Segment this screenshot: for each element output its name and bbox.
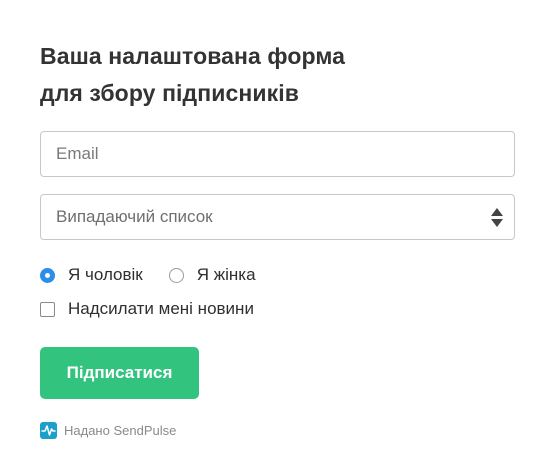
subscribe-button[interactable]: Підписатися [40,347,199,399]
powered-by-label[interactable]: Надано SendPulse [64,423,176,438]
radio-label-male: Я чоловік [68,265,143,284]
newsletter-checkbox[interactable] [40,301,55,317]
subscription-form: Ваша налаштована форма для збору підписн… [40,38,515,439]
dropdown-selected-value: Випадаючий список [56,207,213,226]
powered-by: Надано SendPulse [40,422,176,439]
select-arrows-icon [491,208,503,228]
form-title: Ваша налаштована форма для збору підписн… [40,38,515,112]
email-input[interactable] [40,131,515,177]
form-title-line-1: Ваша налаштована форма [40,43,346,69]
arrow-up-icon [491,208,503,216]
radio-button-male[interactable] [40,267,55,283]
dropdown-select[interactable]: Випадаючий список [40,194,515,240]
sendpulse-logo-icon [40,422,57,439]
arrow-down-icon [491,219,503,227]
gender-radio-group: Я чоловік Я жінка [40,264,282,286]
radio-label-female: Я жінка [196,265,256,284]
radio-option-male[interactable]: Я чоловік [40,265,143,285]
radio-button-female[interactable] [168,267,184,283]
newsletter-checkbox-option[interactable]: Надсилати мені новини [40,298,254,320]
form-title-line-2: для збору підписників [40,80,299,106]
newsletter-checkbox-label: Надсилати мені новини [68,299,254,318]
radio-option-female[interactable]: Я жінка [168,265,256,285]
